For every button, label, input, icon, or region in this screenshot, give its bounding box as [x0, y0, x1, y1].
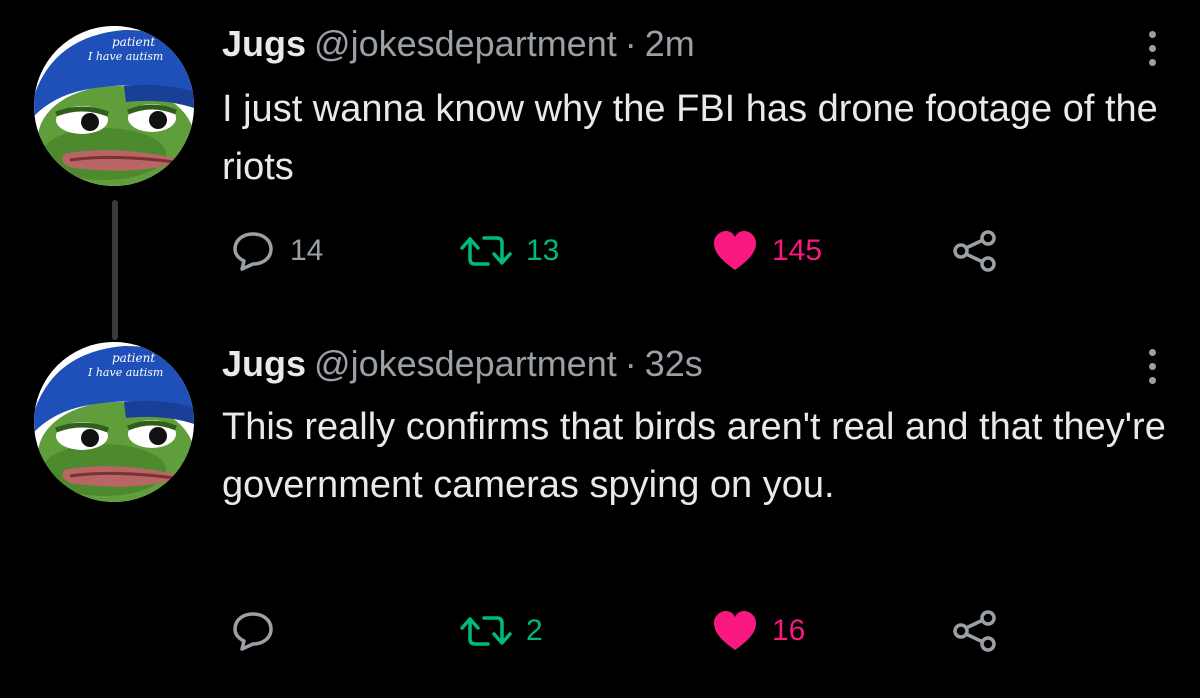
like-count: 145 [772, 234, 823, 267]
avatar-hat-text: I have autism [87, 50, 163, 63]
avatar[interactable]: patient I have autism [34, 342, 194, 502]
like-count: 16 [772, 614, 806, 647]
tweet-text: I just wanna know why the FBI has drone … [222, 88, 1158, 188]
tweet[interactable]: patient I have autism Jugs @jokesdepartme… [0, 0, 1200, 300]
more-vertical-icon[interactable] [1146, 344, 1158, 388]
share-nodes-icon [953, 610, 996, 652]
reply-count: 14 [290, 234, 324, 267]
retweet-count: 13 [526, 234, 560, 267]
user-handle[interactable]: @jokesdepartment [314, 343, 617, 384]
like-button[interactable]: 16 [712, 606, 805, 656]
display-name[interactable]: Jugs [222, 343, 306, 384]
tweet-actions: 14 13 145 [222, 226, 1022, 276]
separator-dot: · [624, 343, 637, 384]
avatar-hat-text: patient [112, 351, 155, 365]
retweet-arrows-icon [460, 236, 512, 266]
heart-icon [714, 231, 756, 270]
tweet-header: Jugs @jokesdepartment · 2m [222, 22, 695, 66]
reply-bubble-icon [233, 232, 273, 271]
retweet-arrows-icon [460, 616, 512, 646]
tweet-header: Jugs @jokesdepartment · 32s [222, 342, 703, 386]
retweet-count: 2 [526, 614, 543, 647]
avatar[interactable]: patient I have autism [34, 26, 194, 186]
display-name[interactable]: Jugs [222, 23, 306, 64]
more-vertical-icon[interactable] [1146, 26, 1158, 70]
reply-bubble-icon [233, 612, 273, 651]
reply-button[interactable] [230, 606, 290, 656]
avatar-hat-text: I have autism [87, 366, 163, 379]
tweet[interactable]: patient I have autism Jugs @jokesdepartme… [0, 330, 1200, 698]
like-button[interactable]: 145 [712, 226, 822, 276]
share-nodes-icon [953, 230, 996, 272]
share-button[interactable] [952, 226, 998, 276]
reply-button[interactable]: 14 [230, 226, 323, 276]
tweet-thread: patient I have autism Jugs @jokesdepartme… [0, 0, 1200, 698]
separator-dot: · [624, 23, 637, 64]
avatar-hat-text: patient [112, 35, 155, 49]
retweet-button[interactable]: 2 [460, 606, 543, 656]
tweet-text: This really confirms that birds aren't r… [222, 406, 1166, 506]
tweet-actions: 2 16 [222, 606, 1022, 656]
timestamp[interactable]: 2m [645, 23, 695, 64]
retweet-button[interactable]: 13 [460, 226, 559, 276]
user-handle[interactable]: @jokesdepartment [314, 23, 617, 64]
heart-icon [714, 611, 756, 650]
share-button[interactable] [952, 606, 998, 656]
timestamp[interactable]: 32s [645, 343, 703, 384]
